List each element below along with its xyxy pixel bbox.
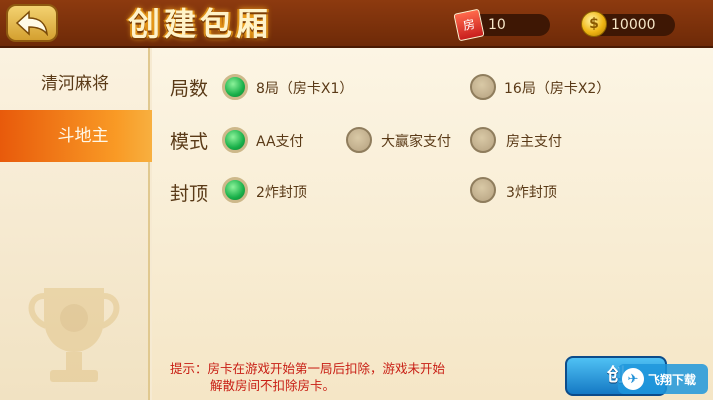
rounds-16-label: 16局（房卡X2） [504,81,611,97]
coin-counter: $ 10000 [581,11,675,37]
room-card-counter: 房 10 [453,8,550,42]
radio-cap-2[interactable] [222,177,248,203]
room-card-icon: 房 [453,8,485,42]
game-type-sidebar: 清河麻将 斗地主 [0,48,166,400]
back-arrow-icon [15,10,48,36]
radio-cap-3[interactable] [470,177,496,203]
sidebar-item-doudizhu[interactable]: 斗地主 [0,110,166,162]
watermark-logo-icon: ✈ [622,368,644,390]
cap-2-label: 2炸封顶 [256,185,307,201]
sidebar-item-qinghe-mahjong[interactable]: 清河麻将 [0,58,150,110]
coin-count: 10000 [611,17,656,33]
top-bar: 创建包厢 房 10 $ 10000 [0,0,713,48]
rounds-label: 局数 [170,78,209,100]
trophy-icon [28,288,120,382]
radio-mode-aa[interactable] [222,127,248,153]
mode-winner-label: 大赢家支付 [381,134,451,150]
room-card-count: 10 [488,17,506,33]
radio-mode-winner[interactable] [346,127,372,153]
hint-text: 提示：房卡在游戏开始第一局后扣除，游戏未开始 解散房间不扣除房卡。 [170,360,490,394]
mode-aa-label: AA支付 [256,134,304,150]
radio-rounds-8[interactable] [222,74,248,100]
hint-line-1: 提示：房卡在游戏开始第一局后扣除，游戏未开始 [170,361,446,376]
hint-line-2: 解散房间不扣除房卡。 [210,378,336,393]
cap-label: 封顶 [170,183,209,205]
cap-3-label: 3炸封顶 [506,185,557,201]
mode-label: 模式 [170,131,209,153]
site-watermark: ✈ 飞翔下载 [618,364,708,394]
coin-icon: $ [581,11,607,37]
page-title: 创建包厢 [128,5,273,43]
options-panel: 局数 8局（房卡X1） 16局（房卡X2） 模式 AA支付 大赢家支付 房主支付… [152,48,713,400]
radio-mode-owner[interactable] [470,127,496,153]
radio-rounds-16[interactable] [470,74,496,100]
mode-owner-label: 房主支付 [506,134,562,150]
back-button[interactable] [6,4,58,42]
rounds-8-label: 8局（房卡X1） [256,81,354,97]
watermark-text: 飞翔下载 [648,372,697,387]
